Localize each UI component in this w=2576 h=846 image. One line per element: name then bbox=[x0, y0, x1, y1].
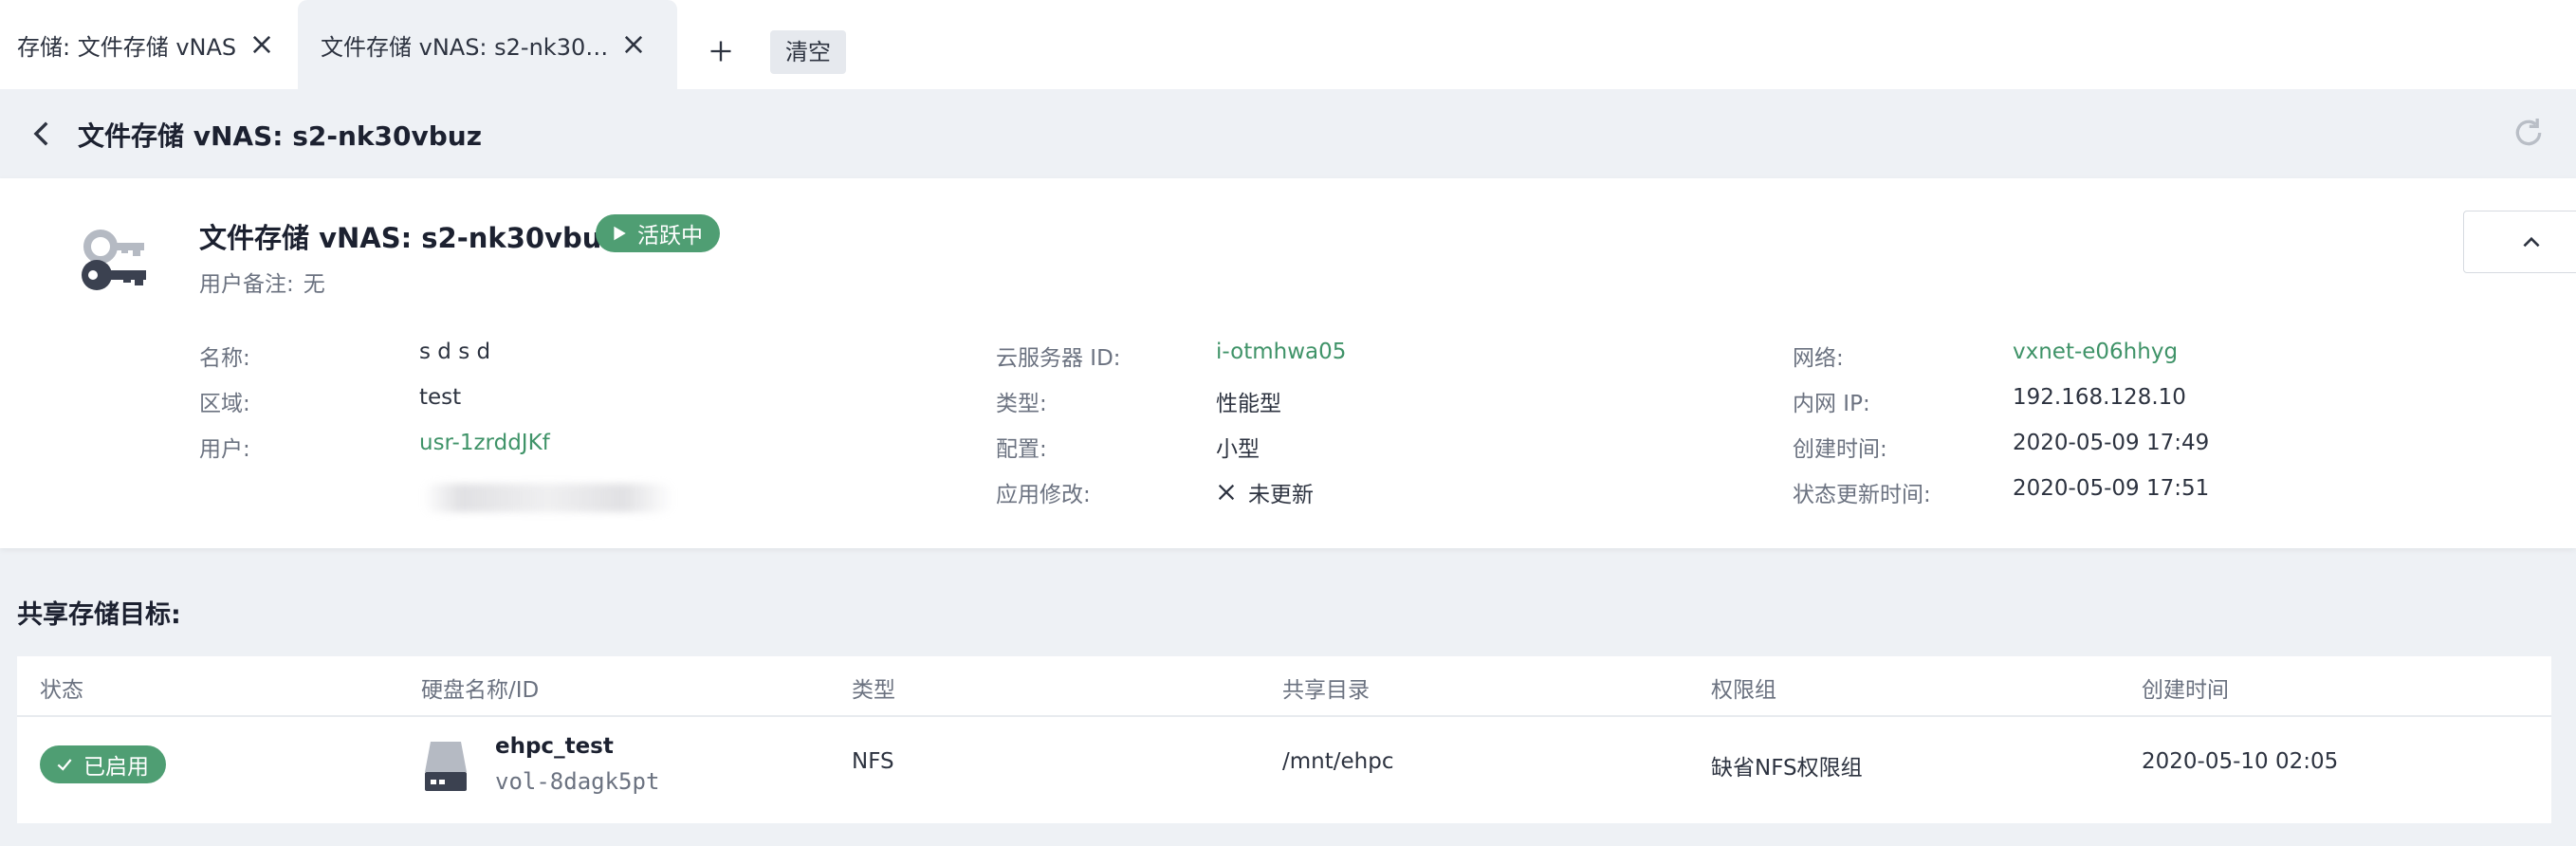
tab-bar: 存储: 文件存储 vNAS 文件存储 vNAS: s2-nk30vbuz 清空 bbox=[0, 0, 2576, 89]
enabled-label: 已启用 bbox=[83, 755, 149, 780]
disk-id: vol-8dagk5pt bbox=[495, 768, 660, 795]
chevron-up-icon bbox=[2522, 236, 2540, 248]
app-modify-text: 未更新 bbox=[1248, 483, 1314, 507]
tab-vnas-detail[interactable]: 文件存储 vNAS: s2-nk30vbuz bbox=[298, 0, 677, 89]
status-label: 活跃中 bbox=[637, 224, 703, 248]
info-value-type: 性能型 bbox=[1216, 392, 1281, 416]
check-icon bbox=[57, 759, 72, 771]
column-header-created: 创建时间 bbox=[2142, 678, 2229, 703]
plus-icon[interactable] bbox=[708, 38, 734, 64]
page-title: 文件存储 vNAS: s2-nk30vbuz bbox=[78, 120, 483, 152]
info-value-status-updated: 2020-05-09 17:51 bbox=[2013, 476, 2210, 501]
info-label: 云服务器 ID: bbox=[996, 346, 1121, 371]
disk-icon bbox=[425, 742, 467, 791]
column-header-status: 状态 bbox=[40, 678, 83, 703]
info-value-app-modify: 未更新 bbox=[1216, 476, 1314, 508]
column-header-disk: 硬盘名称/ID bbox=[421, 678, 540, 703]
info-label: 名称: bbox=[199, 346, 250, 371]
disk-name-link[interactable]: ehpc_test bbox=[495, 734, 614, 759]
enabled-badge: 已启用 bbox=[40, 745, 166, 783]
chevron-left-icon[interactable] bbox=[27, 118, 59, 150]
network-link[interactable]: vxnet-e06hhyg bbox=[2013, 340, 2178, 364]
shared-targets-table: 状态 硬盘名称/ID 类型 共享目录 权限组 创建时间 已启用 ehpc_tes… bbox=[17, 656, 2551, 823]
tab-label: 存储: 文件存储 vNAS bbox=[17, 33, 237, 61]
info-value-config: 小型 bbox=[1216, 437, 1260, 462]
info-label: 应用修改: bbox=[996, 483, 1091, 507]
refresh-icon[interactable] bbox=[2510, 114, 2548, 152]
info-value-created: 2020-05-09 17:49 bbox=[2013, 431, 2210, 455]
cell-share-dir: /mnt/ehpc bbox=[1282, 749, 1394, 774]
table-header: 状态 硬盘名称/ID 类型 共享目录 权限组 创建时间 bbox=[17, 656, 2551, 717]
info-label: 类型: bbox=[996, 392, 1047, 416]
cell-created: 2020-05-10 02:05 bbox=[2142, 749, 2339, 774]
tab-storage-vnas[interactable]: 存储: 文件存储 vNAS bbox=[0, 0, 298, 89]
play-icon bbox=[614, 226, 626, 241]
resource-detail-card: 文件存储 vNAS: s2-nk30vbuz 活跃中 用户备注: 无 名称: s … bbox=[0, 178, 2576, 548]
info-label: 状态更新时间: bbox=[1793, 483, 1931, 507]
resource-title: 文件存储 vNAS: s2-nk30vbuz bbox=[199, 222, 618, 254]
clear-tabs-button[interactable]: 清空 bbox=[770, 30, 846, 74]
remark-value: 无 bbox=[303, 272, 325, 297]
blurred-redaction bbox=[423, 484, 673, 512]
collapse-button[interactable] bbox=[2463, 211, 2576, 273]
info-label: 内网 IP: bbox=[1793, 392, 1870, 416]
info-value-name: s d s d bbox=[419, 340, 491, 364]
close-icon[interactable] bbox=[248, 31, 275, 58]
tab-label: 文件存储 vNAS: s2-nk30vbuz bbox=[321, 33, 611, 61]
cell-type: NFS bbox=[852, 749, 894, 774]
remark-label: 用户备注: bbox=[199, 272, 294, 297]
page-header: 文件存储 vNAS: s2-nk30vbuz bbox=[0, 89, 2576, 178]
cell-perm-group: 缺省NFS权限组 bbox=[1711, 756, 1863, 781]
info-value-zone: test bbox=[419, 385, 462, 410]
info-label: 用户: bbox=[199, 437, 250, 462]
close-icon[interactable] bbox=[620, 31, 647, 58]
column-header-share-dir: 共享目录 bbox=[1282, 678, 1370, 703]
user-link[interactable]: usr-1zrddJKf bbox=[419, 431, 550, 455]
info-label: 配置: bbox=[996, 437, 1047, 462]
column-header-type: 类型 bbox=[852, 678, 895, 703]
keys-icon bbox=[82, 230, 146, 290]
info-label: 网络: bbox=[1793, 346, 1844, 371]
info-label: 区域: bbox=[199, 392, 250, 416]
instance-id-link[interactable]: i-otmhwa05 bbox=[1216, 340, 1346, 364]
info-label: 创建时间: bbox=[1793, 437, 1887, 462]
info-value-private-ip: 192.168.128.10 bbox=[2013, 385, 2186, 410]
section-title: 共享存储目标: bbox=[17, 600, 181, 630]
table-row[interactable]: 已启用 ehpc_test vol-8dagk5pt NFS /mnt/ehpc… bbox=[17, 719, 2551, 823]
column-header-perm-group: 权限组 bbox=[1711, 678, 1776, 703]
user-remark: 用户备注: 无 bbox=[199, 266, 325, 298]
close-icon bbox=[1218, 484, 1235, 500]
status-badge: 活跃中 bbox=[596, 214, 720, 252]
